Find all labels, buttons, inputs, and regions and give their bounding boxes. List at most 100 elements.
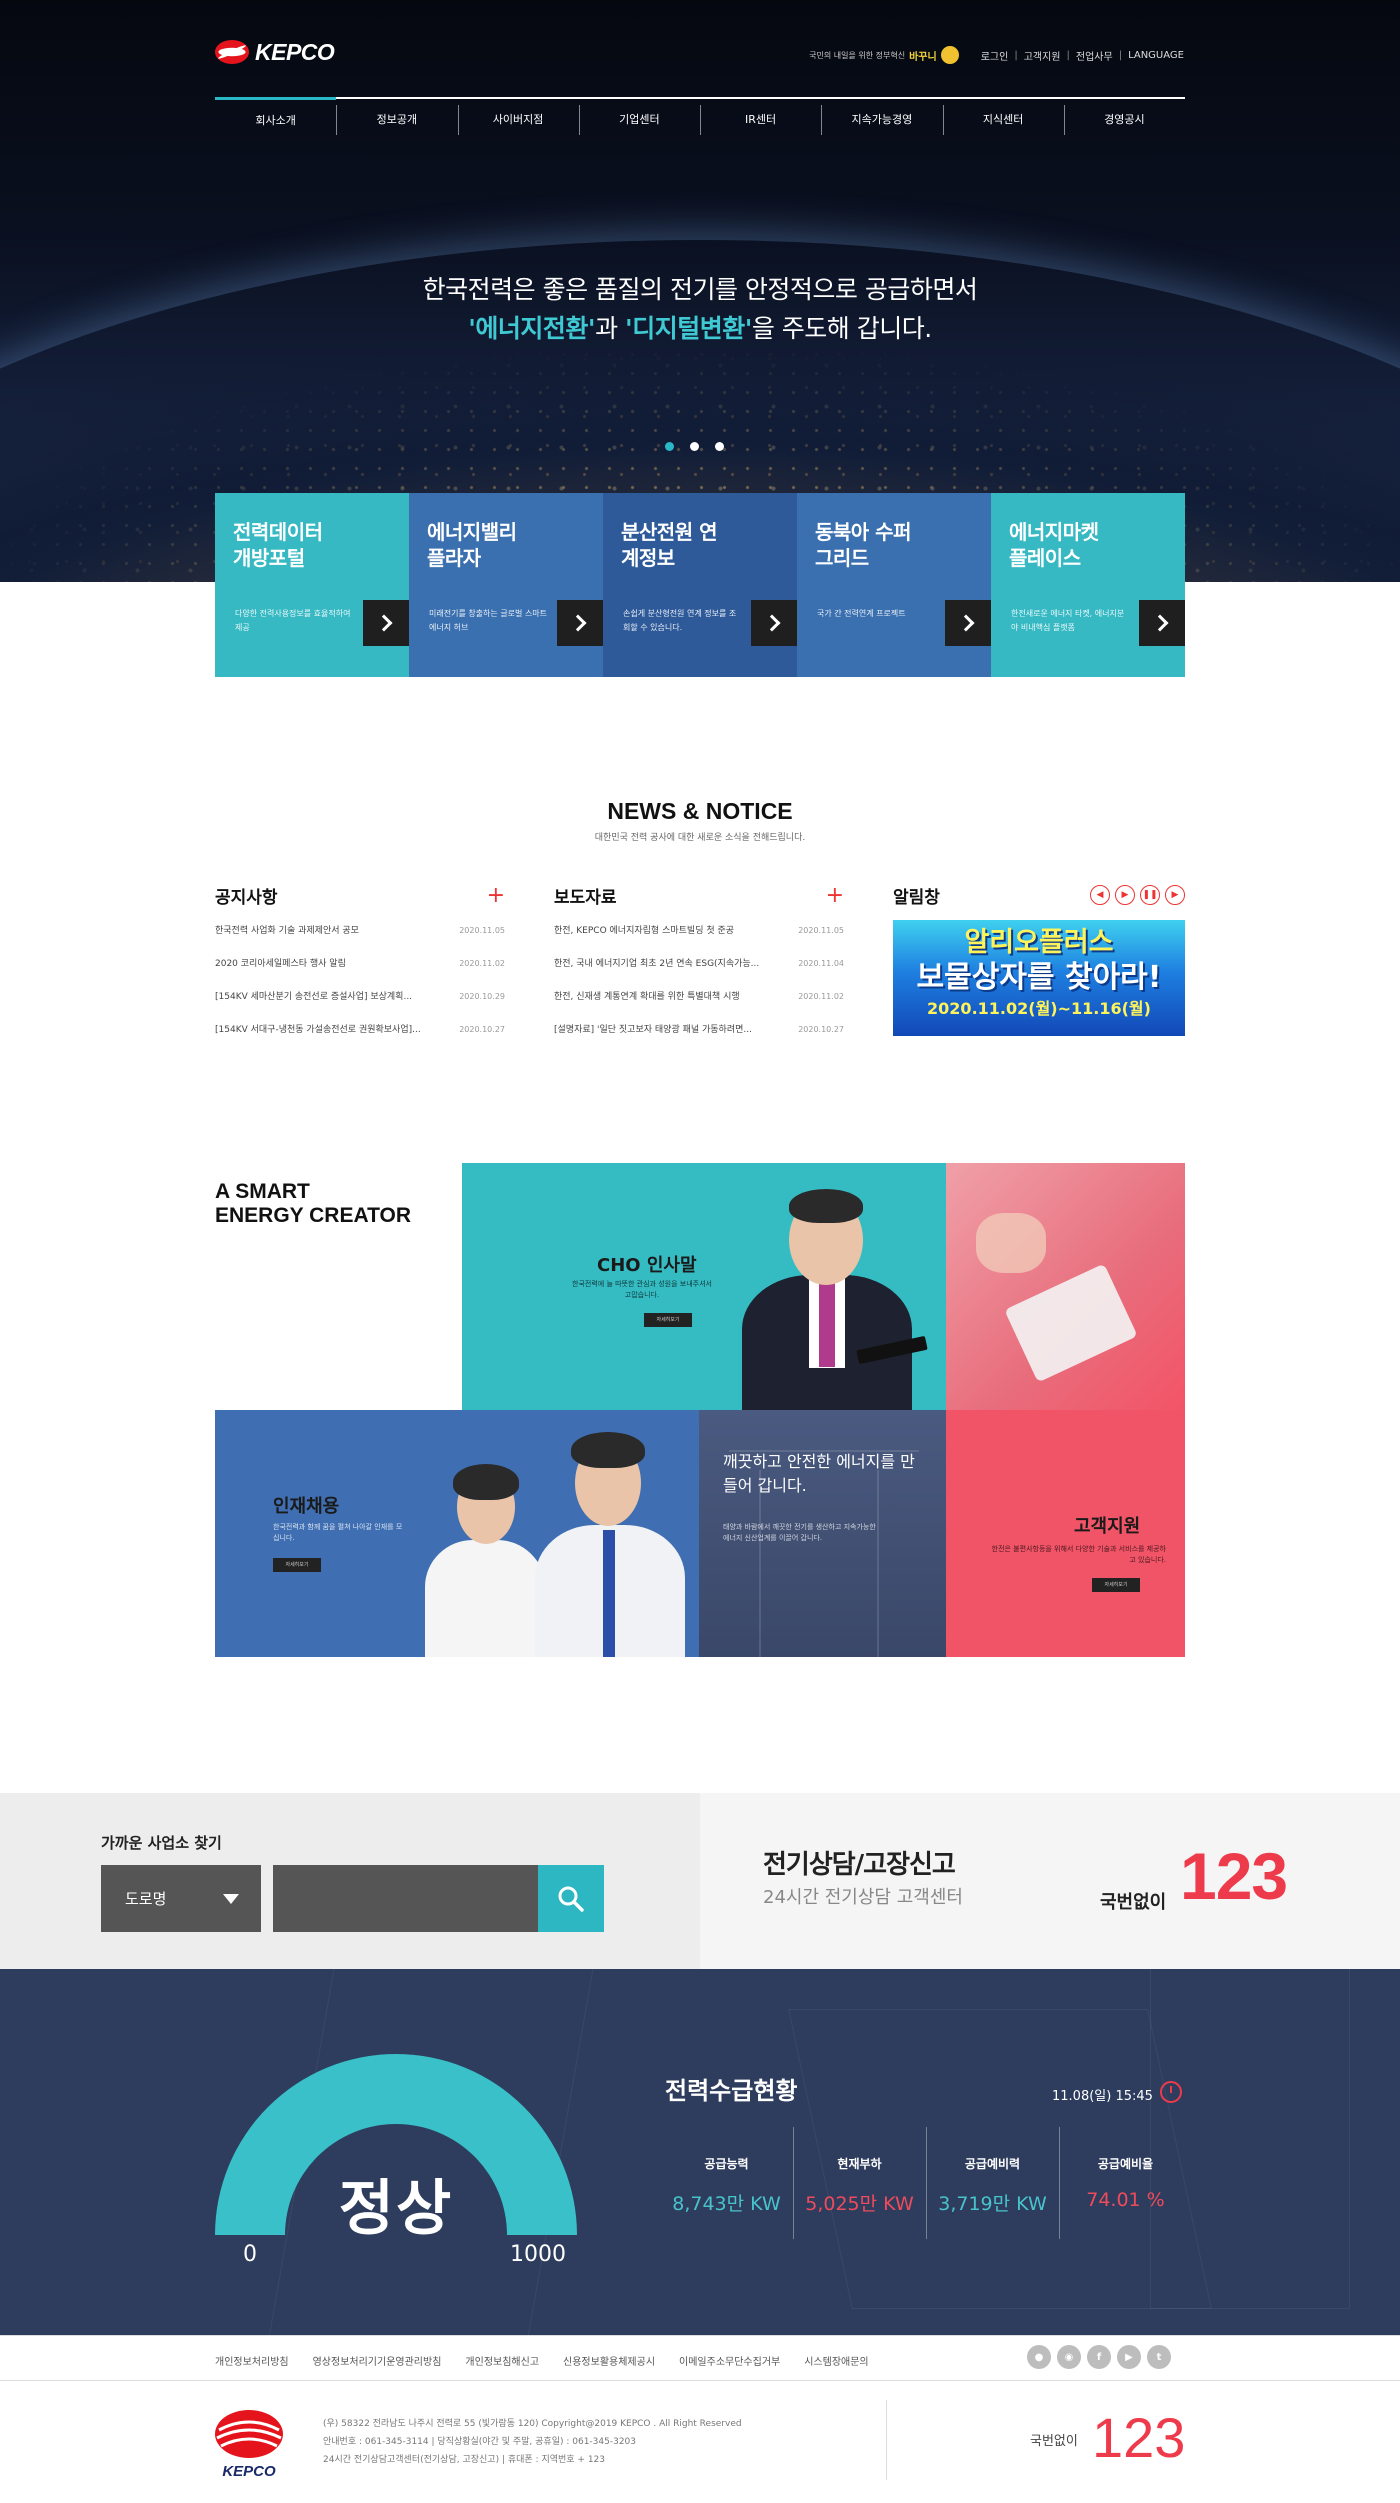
branch-finder-label: 가까운 사업소 찾기 xyxy=(101,1834,222,1852)
quick-card-data-portal[interactable]: 전력데이터 개방포털 다양한 전력사용정보를 효율적하여 제공 xyxy=(215,493,409,677)
list-item[interactable]: 한전, 국내 에너지기업 최초 2년 연속 ESG(지속가능... 2020.11… xyxy=(554,954,844,987)
footer-link-email-refusal[interactable]: 이메일주소무단수집거부 xyxy=(679,2353,780,2368)
list-item[interactable]: 2020 코리아세일페스타 행사 알림 2020.11.02 xyxy=(215,954,505,987)
search-icon xyxy=(558,1886,584,1912)
power-stats: 공급능력 8,743만 KW 현재부하 5,025만 KW 공급예비력 3,71… xyxy=(660,2127,1192,2239)
footer-cs-number[interactable]: 123 xyxy=(1092,2405,1185,2470)
region-type-select[interactable]: 도로명 xyxy=(101,1865,261,1932)
tile-ceo-greeting[interactable]: CHO 인사말 한국전력에 늘 따뜻한 관심과 성원을 보내주셔서 고맙습니다.… xyxy=(462,1163,946,1410)
top-utility-bar: 국민의 내일을 위한 정부혁신 바꾸니 로그인 | 고객지원 | 전업사무 | … xyxy=(809,46,1184,64)
youtube-icon[interactable]: ▶ xyxy=(1117,2345,1141,2369)
stat-reserve-rate: 공급예비율 74.01 % xyxy=(1059,2127,1192,2239)
supply-status-label: 정상 xyxy=(338,2174,454,2244)
twitter-icon[interactable]: t xyxy=(1147,2345,1171,2369)
instagram-icon[interactable]: ◉ xyxy=(1057,2345,1081,2369)
arrow-right-icon[interactable] xyxy=(557,600,603,646)
arrow-right-icon[interactable] xyxy=(945,600,991,646)
branch-search-input[interactable] xyxy=(273,1865,538,1932)
quick-link-cards: 전력데이터 개방포털 다양한 전력사용정보를 효율적하여 제공 에너지밸리 플라… xyxy=(215,493,1185,677)
cs-subtitle: 24시간 전기상담 고객센터 xyxy=(763,1887,963,1908)
play-icon[interactable]: ▶ xyxy=(1115,885,1135,905)
popup-title: 알림창 xyxy=(893,887,940,908)
social-links: ● ◉ f ▶ t xyxy=(1027,2345,1171,2369)
gov-innovation-slogan: 국민의 내일을 위한 정부혁신 바꾸니 xyxy=(809,46,959,64)
tile-recruitment[interactable]: 인재채용 한국전력과 함께 꿈을 펼쳐 나아갈 인재를 모십니다. 자세히보기 xyxy=(215,1410,699,1657)
tile-clean-energy[interactable]: 깨끗하고 안전한 에너지를 만들어 갑니다. 태양과 바람에서 깨끗한 전기를 … xyxy=(699,1410,946,1657)
refresh-icon[interactable] xyxy=(1160,2081,1182,2103)
stat-current-load: 현재부하 5,025만 KW xyxy=(793,2127,926,2239)
popup-banner[interactable]: 알리오플러스 보물상자를 찾아라! 2020.11.02(월)~11.16(월) xyxy=(893,920,1185,1036)
cs-title: 전기상담/고장신고 xyxy=(763,1850,956,1880)
quick-card-energy-valley[interactable]: 에너지밸리 플라자 미래전기를 창출하는 글로벌 스마트 에너지 허브 xyxy=(409,493,603,677)
list-item[interactable]: 한국전력 사업화 기술 과제제안서 공모 2020.11.05 xyxy=(215,921,505,954)
press-more-plus-icon[interactable]: + xyxy=(826,883,844,908)
kepco-logo[interactable]: KEPCO xyxy=(215,38,335,66)
hero-headline: 한국전력은 좋은 품질의 전기를 안정적으로 공급하면서 '에너지전환'과 '디… xyxy=(422,275,978,343)
next-icon[interactable]: ▶ xyxy=(1165,885,1185,905)
footer-link-system-inquiry[interactable]: 시스템장애문의 xyxy=(804,2353,868,2368)
kepco-emblem-icon: KEPCO xyxy=(215,2410,283,2480)
list-item[interactable]: [설명자료] '일단 짓고보자 태양광 패널 가동하려면... 2020.10.2… xyxy=(554,1020,844,1053)
ceo-more-button[interactable]: 자세히보기 xyxy=(644,1313,692,1327)
footer-link-privacy[interactable]: 개인정보처리방침 xyxy=(215,2353,289,2368)
prev-icon[interactable]: ◀ xyxy=(1090,885,1110,905)
stat-reserve-power: 공급예비력 3,719만 KW xyxy=(926,2127,1059,2239)
language-link[interactable]: LANGUAGE xyxy=(1128,50,1184,61)
power-timestamp: 11.08(일) 15:45 xyxy=(1052,2089,1153,2104)
footer-address: (우) 58322 전라남도 나주시 전력로 55 (빛가람동 120) Cop… xyxy=(323,2419,742,2465)
footer-link-cctv[interactable]: 영상정보처리기기운영관리방침 xyxy=(313,2353,442,2368)
footer-kepco-logo[interactable]: KEPCO xyxy=(213,2408,285,2480)
footer-cs-prefix: 국번없이 xyxy=(1030,2434,1078,2449)
power-supply-title: 전력수급현황 xyxy=(665,2077,798,2105)
list-item[interactable]: [154KV 서대구-냉천동 가설송전선로 권원확보사업]... 2020.10.… xyxy=(215,1020,505,1053)
facebook-icon[interactable]: f xyxy=(1087,2345,1111,2369)
quick-card-distributed-power[interactable]: 분산전원 연계정보 손쉽게 분산형전원 연계 정보를 조회할 수 있습니다. xyxy=(603,493,797,677)
nav-sustainability[interactable]: 지속가능경영 xyxy=(821,99,942,142)
notice-board: 공지사항 + 한국전력 사업화 기술 과제제안서 공모 2020.11.05 202… xyxy=(215,883,505,1053)
smart-energy-title: A SMART ENERGY CREATOR xyxy=(215,1180,412,1227)
slider-dot-2[interactable] xyxy=(690,442,699,451)
cs-phone-number[interactable]: 123 xyxy=(1180,1838,1288,1914)
nav-ir-center[interactable]: IR센터 xyxy=(700,99,821,142)
caret-down-icon xyxy=(223,1893,239,1904)
talk-icon[interactable]: ● xyxy=(1027,2345,1051,2369)
quick-card-supergrid[interactable]: 동북아 수퍼그리드 국가 간 전력연계 프로젝트 xyxy=(797,493,991,677)
list-item[interactable]: 한전, KEPCO 에너지자립형 스마트빌딩 첫 준공 2020.11.05 xyxy=(554,921,844,954)
press-title: 보도자료 xyxy=(554,887,617,908)
nav-company-intro[interactable]: 회사소개 xyxy=(215,97,337,142)
support-more-button[interactable]: 자세히보기 xyxy=(1092,1578,1140,1592)
list-item[interactable]: [154KV 세마산분기 송전선로 증설사업] 보상계획... 2020.10.2… xyxy=(215,987,505,1020)
footer-link-credit-info[interactable]: 신용정보활용체제공시 xyxy=(563,2353,655,2368)
hero-slider-dots xyxy=(665,442,724,451)
business-office-link[interactable]: 전업사무 xyxy=(1076,48,1113,63)
ceo-photo xyxy=(727,1183,928,1410)
nav-cyber-branch[interactable]: 사이버지점 xyxy=(457,99,579,142)
footer-divider xyxy=(886,2400,887,2480)
recruits-photo xyxy=(425,1430,695,1657)
nav-info-disclosure[interactable]: 정보공개 xyxy=(336,99,457,142)
main-navigation: 회사소개 정보공개 사이버지점 기업센터 IR센터 지속가능경영 지식센터 경영… xyxy=(215,97,1185,142)
quick-card-energy-market[interactable]: 에너지마켓 플레이스 한전새로운 에너지 타켓, 에너지분야 비내핵심 플랫폼 xyxy=(991,493,1185,677)
nav-knowledge-center[interactable]: 지식센터 xyxy=(942,99,1064,142)
nav-management-disclosure[interactable]: 경영공시 xyxy=(1063,99,1185,142)
news-section-subtitle: 대한민국 전력 공사에 대한 새로운 소식을 전해드립니다. xyxy=(594,833,806,843)
stat-supply-capacity: 공급능력 8,743만 KW xyxy=(672,2157,781,2215)
svg-text:KEPCO: KEPCO xyxy=(222,2463,276,2480)
slider-dot-3[interactable] xyxy=(715,442,724,451)
footer-link-privacy-report[interactable]: 개인정보침해신고 xyxy=(465,2353,539,2368)
list-item[interactable]: 한전, 신재생 계통연계 확대를 위한 특별대책 시행 2020.11.02 xyxy=(554,987,844,1020)
login-link[interactable]: 로그인 xyxy=(981,48,1009,63)
notice-more-plus-icon[interactable]: + xyxy=(487,883,505,908)
footer-divider xyxy=(0,2380,1400,2381)
arrow-right-icon[interactable] xyxy=(751,600,797,646)
pause-icon[interactable]: ❚❚ xyxy=(1140,885,1160,905)
tile-customer-support[interactable]: 고객지원 한전은 불편사항등을 위해서 다양한 기술과 서비스를 제공하고 있습… xyxy=(946,1410,1185,1657)
recruit-more-button[interactable]: 자세히보기 xyxy=(273,1558,321,1572)
innovation-badge-icon xyxy=(940,46,959,64)
nav-business-center[interactable]: 기업센터 xyxy=(578,99,700,142)
arrow-right-icon[interactable] xyxy=(1139,600,1185,646)
slider-dot-1[interactable] xyxy=(665,442,674,451)
search-button[interactable] xyxy=(538,1865,604,1932)
arrow-right-icon[interactable] xyxy=(363,600,409,646)
customer-support-link[interactable]: 고객지원 xyxy=(1024,48,1061,63)
